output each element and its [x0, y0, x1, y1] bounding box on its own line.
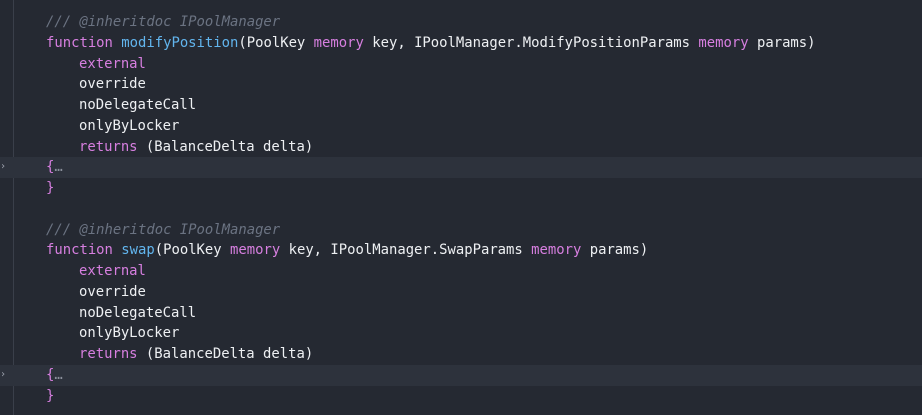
param-name: params — [589, 242, 640, 259]
code-line[interactable]: override — [0, 74, 922, 95]
param-type: IPoolManager.ModifyPositionParams — [414, 34, 691, 51]
code-line[interactable]: override — [0, 282, 922, 303]
open-paren: ( — [154, 242, 164, 259]
empty-line[interactable] — [0, 199, 922, 220]
code-line[interactable]: external — [0, 54, 922, 75]
modifier-no-delegate-call: noDelegateCall — [79, 304, 197, 321]
code-line[interactable]: /// @inheritdoc IPoolManager — [0, 12, 922, 33]
param-type: PoolKey — [246, 34, 306, 51]
code-line[interactable]: noDelegateCall — [0, 303, 922, 324]
close-paren: ) — [807, 34, 816, 51]
function-name: swap — [121, 242, 155, 259]
close-paren: ) — [639, 242, 649, 259]
modifier-no-delegate-call: noDelegateCall — [79, 97, 197, 113]
modifier-only-by-locker: onlyByLocker — [79, 325, 180, 342]
param-type: IPoolManager.SwapParams — [330, 242, 523, 259]
param-name: key, — [372, 34, 406, 51]
fold-ellipsis-icon[interactable]: … — [54, 159, 62, 175]
data-location-keyword: memory — [313, 34, 364, 51]
doc-comment: /// @inheritdoc IPoolManager — [46, 14, 281, 30]
keyword-function: function — [46, 34, 113, 51]
fold-chevron-icon[interactable]: › — [0, 157, 8, 178]
modifier-override: override — [79, 76, 146, 93]
return-name: delta — [263, 138, 305, 155]
folded-body[interactable]: {… — [46, 157, 63, 178]
code-line[interactable]: function swap(PoolKey memory key, IPoolM… — [0, 240, 922, 261]
function-name: modifyPosition — [121, 34, 239, 51]
modifier-external: external — [79, 263, 146, 279]
keyword-returns: returns — [79, 346, 138, 362]
folded-body[interactable]: {… — [46, 365, 63, 386]
return-type: BalanceDelta — [154, 346, 255, 362]
code-line[interactable]: function modifyPosition(PoolKey memory k… — [0, 33, 922, 54]
code-line[interactable]: noDelegateCall — [0, 95, 922, 116]
function-signature: function swap(PoolKey memory key, IPoolM… — [46, 240, 648, 261]
data-location-keyword: memory — [698, 34, 749, 51]
code-line[interactable]: /// @inheritdoc IPoolManager — [0, 220, 922, 241]
returns-clause: returns (BalanceDelta delta) — [79, 344, 313, 365]
keyword-function: function — [46, 242, 113, 259]
modifier-override: override — [79, 283, 146, 300]
close-brace: } — [46, 180, 55, 196]
code-line[interactable]: onlyByLocker — [0, 323, 922, 344]
open-paren: ( — [238, 34, 247, 51]
close-brace: } — [46, 387, 55, 404]
code-line[interactable]: } — [0, 178, 922, 199]
code-line[interactable]: external — [0, 261, 922, 282]
code-line[interactable]: returns (BalanceDelta delta) — [0, 137, 922, 158]
param-name: key, — [288, 242, 323, 259]
code-line[interactable]: onlyByLocker — [0, 116, 922, 137]
fold-ellipsis-icon[interactable]: … — [54, 367, 62, 383]
function-signature: function modifyPosition(PoolKey memory k… — [46, 33, 816, 54]
doc-comment: /// @inheritdoc IPoolManager — [46, 221, 281, 238]
folded-body-line[interactable]: › {… — [0, 157, 922, 178]
modifier-external: external — [79, 55, 146, 72]
param-name: params — [756, 34, 808, 51]
code-line[interactable]: } — [0, 386, 922, 407]
fold-chevron-icon[interactable]: › — [0, 365, 8, 386]
data-location-keyword: memory — [230, 242, 281, 259]
close-paren: ) — [304, 346, 314, 362]
folded-body-line[interactable]: › {… — [0, 364, 922, 386]
close-paren: ) — [304, 138, 314, 155]
modifier-only-by-locker: onlyByLocker — [79, 117, 180, 134]
keyword-returns: returns — [79, 138, 138, 155]
code-editor[interactable]: /// @inheritdoc IPoolManager function mo… — [0, 0, 922, 415]
return-type: BalanceDelta — [154, 138, 255, 155]
return-name: delta — [263, 346, 305, 362]
code-area[interactable]: /// @inheritdoc IPoolManager function mo… — [0, 12, 922, 406]
code-line[interactable]: returns (BalanceDelta delta) — [0, 344, 922, 365]
returns-clause: returns (BalanceDelta delta) — [79, 137, 313, 158]
data-location-keyword: memory — [531, 242, 582, 259]
param-type: PoolKey — [163, 242, 222, 259]
